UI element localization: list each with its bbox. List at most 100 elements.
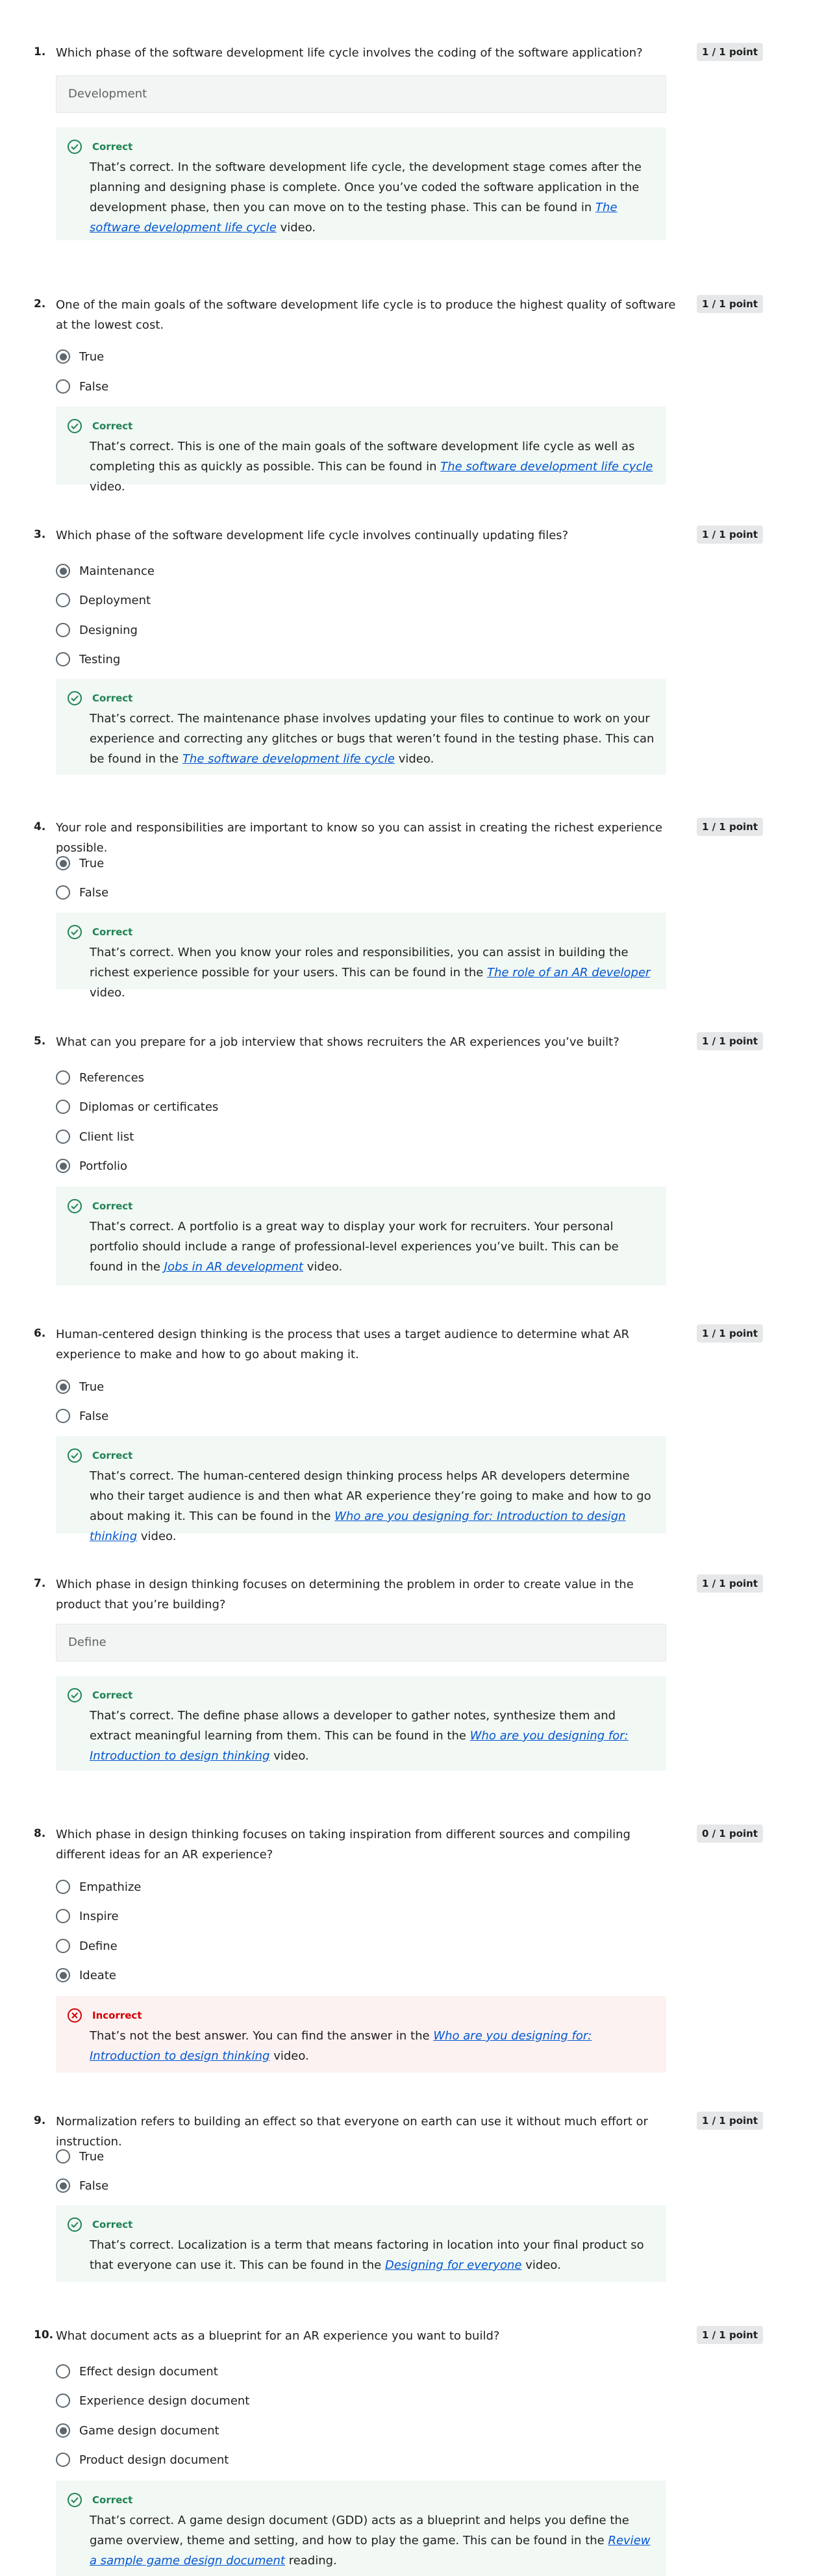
option-testing[interactable]: Testing <box>56 651 120 668</box>
radio-button[interactable] <box>56 1939 70 1953</box>
option-references[interactable]: References <box>56 1069 144 1086</box>
resource-link[interactable]: The software development life cycle <box>440 460 653 474</box>
check-icon <box>68 691 82 705</box>
feedback-status: Incorrect <box>92 2010 142 2021</box>
option-portfolio[interactable]: Portfolio <box>56 1157 127 1174</box>
feedback-correct: Correct That’s correct. When you know yo… <box>56 913 666 1000</box>
radio-button[interactable] <box>56 349 70 364</box>
feedback-correct: Correct That’s correct. The human-center… <box>56 1436 666 1543</box>
points-badge: 1 / 1 point <box>696 295 763 313</box>
feedback-status: Correct <box>92 926 133 938</box>
radio-button[interactable] <box>56 2178 70 2193</box>
answer-input[interactable]: Development <box>56 75 666 113</box>
option-deployment[interactable]: Deployment <box>56 592 151 609</box>
option-ideate[interactable]: Ideate <box>56 1967 116 1984</box>
check-icon <box>68 1688 82 1702</box>
question-number: 4. <box>34 820 46 833</box>
feedback-text: That’s correct. A portfolio is a great w… <box>90 1220 619 1274</box>
option-product-design-document[interactable]: Product design document <box>56 2451 229 2468</box>
option-empathize[interactable]: Empathize <box>56 1878 141 1895</box>
radio-button[interactable] <box>56 856 70 870</box>
question-text: Normalization refers to building an effe… <box>56 2115 648 2149</box>
question-text: Which phase in design thinking focuses o… <box>56 1578 634 1611</box>
radio-button[interactable] <box>56 2423 70 2438</box>
check-icon <box>68 1448 82 1463</box>
feedback-status: Correct <box>92 692 133 704</box>
option-false[interactable]: False <box>56 884 108 901</box>
radio-button[interactable] <box>56 1880 70 1894</box>
points-badge: 1 / 1 point <box>696 1574 763 1593</box>
feedback-text: That’s not the best answer. You can find… <box>90 2029 592 2063</box>
question-text: Which phase in design thinking focuses o… <box>56 1828 630 1862</box>
option-true[interactable]: True <box>56 855 104 872</box>
radio-button[interactable] <box>56 1159 70 1173</box>
feedback-correct: Correct That’s correct. The define phase… <box>56 1676 666 1771</box>
answer-input[interactable]: Define <box>56 1624 666 1661</box>
feedback-text: That’s correct. A game design document (… <box>90 2514 651 2568</box>
points-badge: 1 / 1 point <box>696 1032 763 1050</box>
question-number: 10. <box>34 2329 54 2342</box>
option-designing[interactable]: Designing <box>56 622 138 638</box>
radio-button[interactable] <box>56 379 70 394</box>
question-number: 1. <box>34 45 46 58</box>
radio-button[interactable] <box>56 1409 70 1423</box>
feedback-status: Correct <box>92 1200 133 1212</box>
feedback-correct: Correct That’s correct. A portfolio is a… <box>56 1187 666 1285</box>
option-true[interactable]: True <box>56 348 104 365</box>
close-icon <box>68 2008 82 2023</box>
question-number: 3. <box>34 528 46 541</box>
radio-button[interactable] <box>56 1130 70 1144</box>
resource-link[interactable]: The role of an AR developer <box>487 966 650 979</box>
option-false[interactable]: False <box>56 1408 108 1424</box>
radio-button[interactable] <box>56 2149 70 2164</box>
resource-link[interactable]: Jobs in AR development <box>164 1260 303 1274</box>
option-true[interactable]: True <box>56 2148 104 2165</box>
radio-button[interactable] <box>56 1968 70 1982</box>
question-number: 6. <box>34 1327 46 1340</box>
feedback-status: Correct <box>92 1689 133 1701</box>
option-define[interactable]: Define <box>56 1938 118 1954</box>
radio-button[interactable] <box>56 2364 70 2379</box>
feedback-status: Correct <box>92 1450 133 1461</box>
feedback-text: That’s correct. In the software developm… <box>90 160 642 234</box>
question-text: One of the main goals of the software de… <box>56 298 676 332</box>
feedback-correct: Correct That’s correct. In the software … <box>56 127 666 240</box>
radio-button[interactable] <box>56 593 70 607</box>
question-number: 2. <box>34 297 46 310</box>
feedback-status: Correct <box>92 141 133 153</box>
radio-button[interactable] <box>56 623 70 637</box>
question-text: Which phase of the software development … <box>56 46 643 60</box>
option-game-design-document[interactable]: Game design document <box>56 2422 219 2439</box>
radio-button[interactable] <box>56 1100 70 1114</box>
feedback-correct: Correct That’s correct. This is one of t… <box>56 407 666 494</box>
option-false[interactable]: False <box>56 2177 108 2194</box>
option-client-list[interactable]: Client list <box>56 1128 134 1145</box>
question-text: Which phase of the software development … <box>56 529 569 542</box>
resource-link[interactable]: Designing for everyone <box>385 2258 522 2272</box>
feedback-text: That’s correct. When you know your roles… <box>90 946 651 1000</box>
resource-link[interactable]: The software development life cycle <box>182 752 395 766</box>
radio-button[interactable] <box>56 885 70 900</box>
radio-button[interactable] <box>56 652 70 666</box>
option-inspire[interactable]: Inspire <box>56 1908 119 1925</box>
option-experience-design-document[interactable]: Experience design document <box>56 2392 249 2409</box>
option-effect-design-document[interactable]: Effect design document <box>56 2363 218 2380</box>
points-badge: 1 / 1 point <box>696 43 763 61</box>
question-text: Your role and responsibilities are impor… <box>56 821 663 855</box>
radio-button[interactable] <box>56 2393 70 2408</box>
option-true[interactable]: True <box>56 1378 104 1395</box>
feedback-text: That’s correct. The maintenance phase in… <box>90 712 655 766</box>
radio-button[interactable] <box>56 1909 70 1923</box>
option-maintenance[interactable]: Maintenance <box>56 562 155 579</box>
option-false[interactable]: False <box>56 378 108 395</box>
radio-button[interactable] <box>56 2453 70 2467</box>
feedback-status: Correct <box>92 2219 133 2230</box>
radio-button[interactable] <box>56 1380 70 1394</box>
check-icon <box>68 1199 82 1213</box>
option-diplomas[interactable]: Diplomas or certificates <box>56 1098 218 1115</box>
check-icon <box>68 2217 82 2232</box>
question-text: What can you prepare for a job interview… <box>56 1035 619 1049</box>
radio-button[interactable] <box>56 1070 70 1085</box>
feedback-status: Correct <box>92 2494 133 2506</box>
radio-button[interactable] <box>56 564 70 578</box>
